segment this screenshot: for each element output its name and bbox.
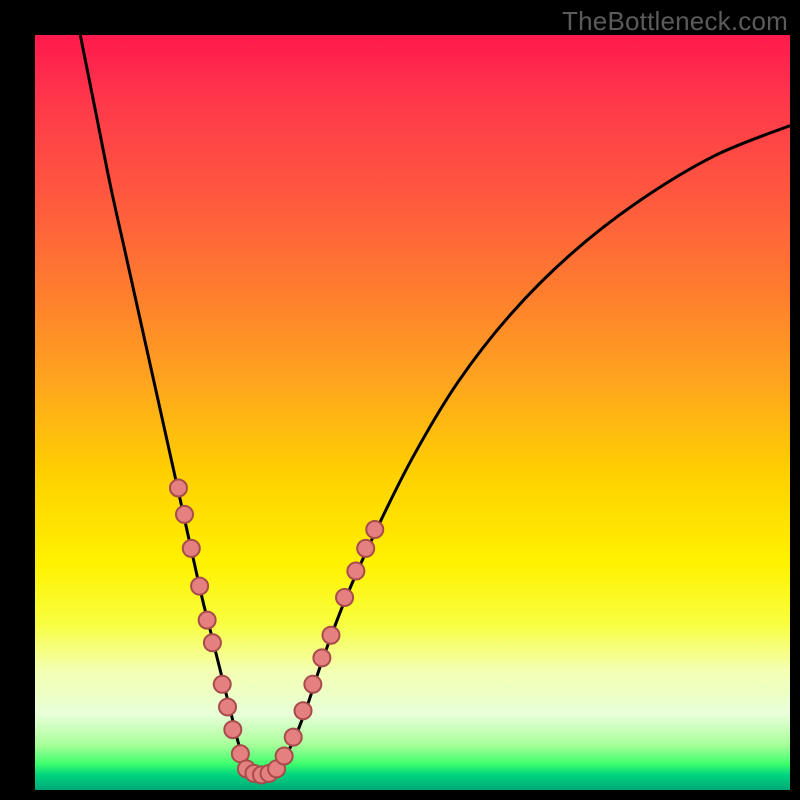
marker-dot xyxy=(276,748,293,765)
marker-dot xyxy=(304,676,321,693)
marker-dot xyxy=(176,506,193,523)
marker-dot xyxy=(170,480,187,497)
watermark-text: TheBottleneck.com xyxy=(562,6,788,37)
marker-dot xyxy=(199,612,216,629)
marker-dot xyxy=(204,634,221,651)
marker-dot xyxy=(214,676,231,693)
marker-dot xyxy=(313,649,330,666)
marker-dot xyxy=(336,589,353,606)
marker-dot xyxy=(191,578,208,595)
marker-dot xyxy=(183,540,200,557)
chart-svg xyxy=(35,35,790,790)
marker-dot xyxy=(285,729,302,746)
chart-frame: TheBottleneck.com xyxy=(0,0,800,800)
curve-markers xyxy=(170,480,383,784)
bottleneck-curve xyxy=(80,35,790,775)
marker-dot xyxy=(347,563,364,580)
plot-area xyxy=(35,35,790,790)
marker-dot xyxy=(295,702,312,719)
marker-dot xyxy=(366,521,383,538)
marker-dot xyxy=(219,698,236,715)
marker-dot xyxy=(357,540,374,557)
marker-dot xyxy=(322,627,339,644)
marker-dot xyxy=(224,721,241,738)
